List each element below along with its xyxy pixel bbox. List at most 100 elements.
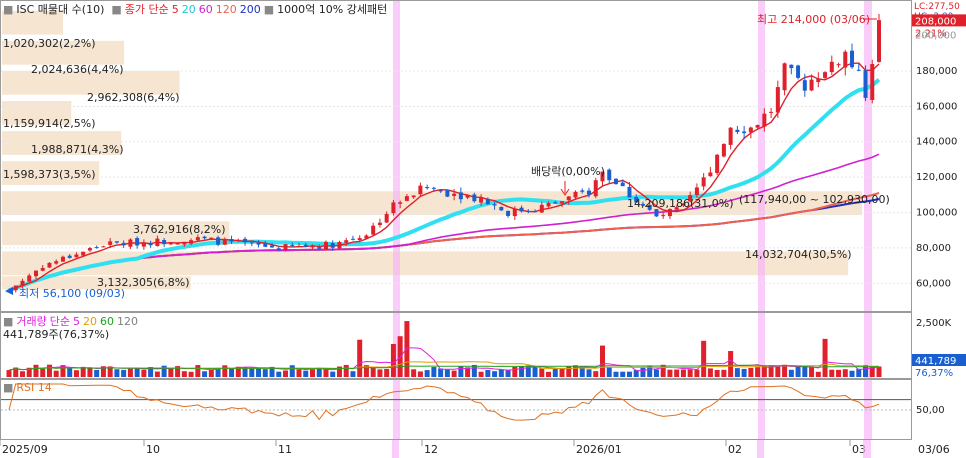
date-axis-label: 10 [146,443,160,456]
date-axis[interactable]: 2025/09 10 11 12 2026/01 02 03 03/06 [0,440,966,458]
candle-body [121,242,126,246]
candle-body [566,196,571,201]
volume-bar [559,368,565,377]
candle-body [694,187,699,195]
price-panel[interactable]: 1,020,302(2,2%) 2,024,636(4,4%) 2,962,308(… [0,0,912,312]
event-highlight-column [757,440,764,458]
volume-profile-label: 1,020,302(2,2%) [3,37,96,50]
date-axis-label: 11 [278,443,292,456]
volume-bar [229,368,235,377]
volume-bar [384,368,390,377]
volume-bar [707,368,713,377]
volume-legend-ma-5: 5 [73,315,81,328]
current-volume-pct: 76,37% [915,368,953,379]
candle-body [47,262,52,268]
price-axis[interactable]: 180,000 160,000 140,000 120,000 100,000 80,00… [912,0,966,440]
candle-body [782,63,787,91]
volume-bar [114,369,120,377]
candle-body [431,187,436,189]
candle-body [283,244,288,251]
candle-body [290,244,295,246]
volume-bar [485,369,491,377]
candle-body [667,209,672,217]
candle-body [465,195,470,198]
volume-bar [836,369,842,377]
candle-body [364,235,369,239]
legend-vp-label[interactable]: 1000억 10% 강세패턴 [277,3,387,16]
candle-body [229,239,234,242]
rsi-legend-name[interactable]: RSI 14 [16,381,51,394]
volume-profile-label: 14,209,186(31,0%) [627,197,734,210]
date-axis-label: 2026/01 [576,443,622,456]
volume-bar [573,365,579,377]
volume-bar [262,369,268,377]
candle-body [209,237,214,240]
candle-body [20,280,25,287]
stock-chart-window: 1,020,302(2,2%) 2,024,636(4,4%) 2,962,308(… [0,0,966,458]
price-axis-tick: 180,000 [916,66,957,77]
volume-legend-name[interactable]: 거래량 [16,315,46,328]
volume-bar [849,370,855,377]
candle-body [775,87,780,113]
volume-bar [721,369,727,377]
rsi-line [8,383,880,421]
candle-body [337,241,342,249]
legend-indicator-name[interactable]: ISC 매물대 수(10) [16,3,104,16]
candle-body [33,270,38,277]
volume-bar [728,351,734,377]
volume-profile-label: 1,598,373(3,5%) [3,168,96,181]
rsi-panel[interactable]: ■ RSI 14 [0,379,912,440]
volume-bar [276,371,282,377]
candle-body [323,241,328,250]
candle-body [256,242,261,245]
legend-ma-120: 120 [215,3,237,16]
date-axis-label: 02 [728,443,742,456]
volume-bar [748,367,754,377]
candle-body [263,243,268,247]
legend-square-icon: ■ [3,3,14,16]
candle-body [74,254,79,258]
candle-body [877,20,881,62]
candle-body [850,50,855,68]
rsi-chart-svg[interactable] [1,380,911,439]
candle-body [539,204,544,213]
candle-body [81,251,86,256]
candle-body [458,192,463,200]
candle-body [620,182,625,187]
legend-ma-prefix[interactable]: 종가 단순 [125,3,169,16]
volume-bar [532,366,538,377]
event-highlight-column [393,1,400,311]
volume-bar [249,367,255,377]
volume-bar [478,371,484,377]
volume-bar [755,367,761,377]
volume-legend-ma-60: 60 [100,315,115,328]
price-chart-svg[interactable]: 1,020,302(2,2%) 2,024,636(4,4%) 2,962,308(… [1,1,911,311]
volume-bar [701,340,707,377]
volume-bar [141,369,147,377]
candle-body [155,238,160,247]
volume-bar [208,369,214,377]
candle-body [654,209,659,217]
candle-body [438,190,443,192]
legend-square-icon: ■ [263,3,275,16]
candle-body [492,204,497,206]
date-axis-label: 2025/09 [2,443,48,456]
candle-body [243,238,248,243]
volume-bar [53,370,59,377]
volume-bar [613,371,619,377]
candle-body [175,243,180,245]
volume-legend-ma-120: 120 [117,315,139,328]
candle-body [721,144,726,157]
candle-body [708,172,713,177]
volume-panel[interactable]: ■ 거래량 단순 5 20 60 120 441,789주(76,37%) [0,312,912,379]
volume-bar [674,369,680,377]
volume-bar [512,366,518,377]
volume-bar [330,371,336,377]
volume-bar [40,368,46,377]
candle-body [735,129,740,133]
candle-body [452,193,457,196]
volume-bar [809,366,815,377]
candle-body [769,111,774,113]
volume-bar [411,369,417,377]
volume-bar [283,370,289,377]
